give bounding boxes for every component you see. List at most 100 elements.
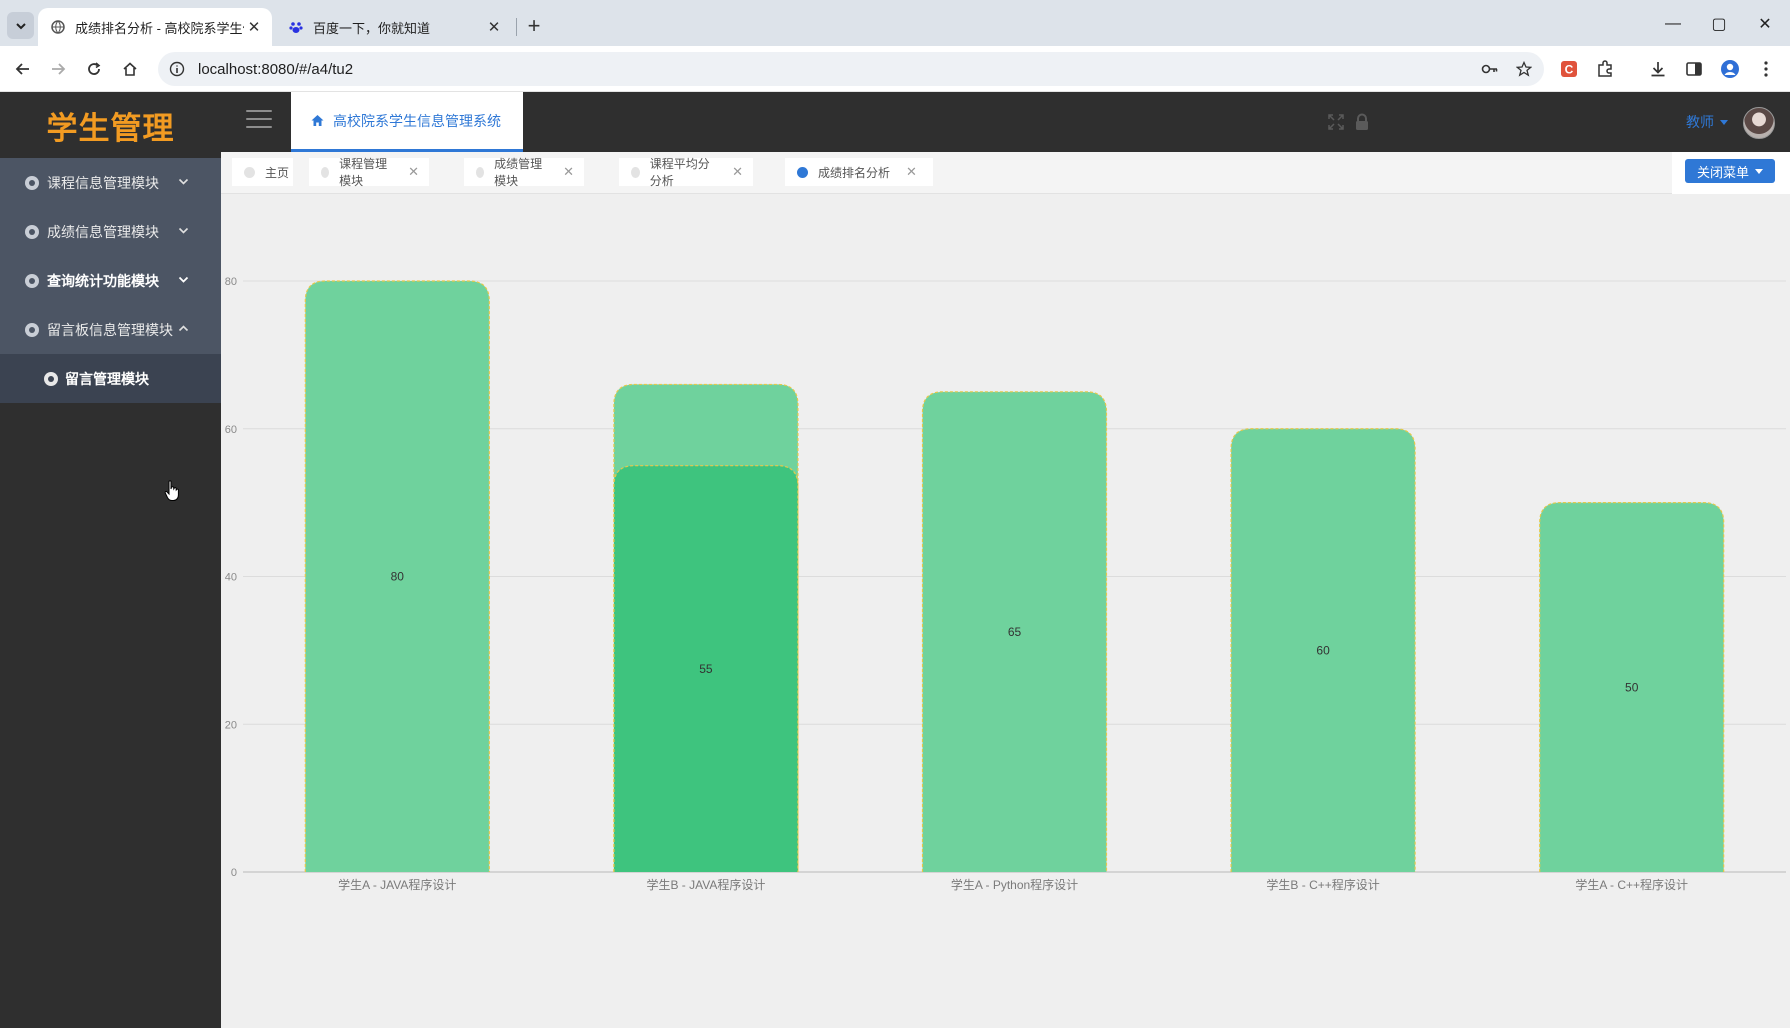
bar-value-label: 60 — [1316, 643, 1330, 657]
close-menu-wrapper: 关闭菜单 — [1672, 152, 1790, 194]
tab-search-button[interactable] — [7, 12, 34, 39]
brand-logo: 学生管理 — [46, 110, 175, 146]
back-icon[interactable] — [9, 55, 37, 83]
tag-home[interactable]: 主页 — [232, 158, 293, 186]
app-header: 高校院系学生信息管理系统 教师 — [221, 92, 1790, 152]
browser-tab[interactable]: 百度一下，你就知道 ✕ — [276, 8, 512, 46]
browser-toolbar: localhost:8080/#/a4/tu2 C — [0, 46, 1790, 92]
url-text: localhost:8080/#/a4/tu2 — [198, 60, 354, 78]
home-icon[interactable] — [116, 55, 144, 83]
tag-dot — [321, 166, 330, 178]
menu-item-message-board[interactable]: 留言板信息管理模块 — [0, 305, 221, 354]
menu-item-course[interactable]: 课程信息管理模块 — [0, 158, 221, 207]
minimize-icon[interactable]: — — [1650, 10, 1696, 38]
app-root: 学生管理 课程信息管理模块 成绩信息管理模块 查询统计功能模块 留言板信息管理模… — [0, 92, 1790, 1028]
close-tag-icon[interactable]: ✕ — [563, 164, 574, 180]
bar-value-label: 80 — [391, 570, 405, 584]
svg-text:C: C — [1565, 63, 1574, 77]
role-dropdown[interactable]: 教师 — [1686, 112, 1728, 132]
submenu-item-message-manage[interactable]: 留言管理模块 — [0, 354, 221, 403]
caret-down-icon — [1755, 168, 1763, 174]
lock-icon[interactable] — [1352, 112, 1372, 132]
y-tick-label: 20 — [225, 719, 237, 731]
tag-label: 成绩管理模块 — [494, 157, 543, 188]
extensions-puzzle-icon[interactable] — [1591, 55, 1619, 83]
close-tag-icon[interactable]: ✕ — [906, 164, 917, 180]
menu-item-label: 查询统计功能模块 — [47, 272, 159, 289]
x-tick-label: 学生A - Python程序设计 — [951, 877, 1078, 892]
fullscreen-icon[interactable] — [1326, 112, 1346, 132]
menu-item-label: 留言板信息管理模块 — [47, 321, 173, 338]
close-tab-icon[interactable]: ✕ — [244, 17, 264, 37]
tag-course-avg[interactable]: 课程平均分分析 ✕ — [619, 157, 753, 188]
baidu-paw-icon — [288, 19, 304, 35]
hamburger-menu-icon[interactable] — [246, 110, 272, 132]
close-menu-button[interactable]: 关闭菜单 — [1685, 159, 1775, 183]
new-tab-button[interactable]: + — [520, 12, 548, 40]
tag-dot — [797, 166, 808, 178]
submenu-item-label: 留言管理模块 — [65, 370, 149, 387]
menu-item-query-stats[interactable]: 查询统计功能模块 — [0, 256, 221, 305]
menu-bullet-icon — [25, 175, 39, 190]
tab-separator — [516, 18, 517, 36]
tag-dot — [631, 166, 640, 178]
globe-icon — [50, 19, 66, 35]
caret-down-icon — [1720, 119, 1728, 125]
forward-icon[interactable] — [44, 55, 72, 83]
role-label: 教师 — [1686, 114, 1714, 130]
close-tag-icon[interactable]: ✕ — [732, 164, 743, 180]
x-tick-label: 学生B - C++程序设计 — [1266, 877, 1379, 892]
tag-grade-manage[interactable]: 成绩管理模块 ✕ — [464, 157, 584, 188]
x-tick-label: 学生B - JAVA程序设计 — [646, 877, 765, 892]
tags-view-bar: 主页 课程管理模块 ✕ 成绩管理模块 ✕ 课程平均分分析 ✕ 成绩排名分析 ✕ … — [221, 152, 1790, 194]
tag-label: 课程管理模块 — [339, 157, 388, 188]
more-menu-icon[interactable] — [1752, 55, 1780, 83]
site-info-icon[interactable] — [168, 60, 186, 78]
bar-value-label: 65 — [1008, 625, 1022, 639]
address-bar[interactable]: localhost:8080/#/a4/tu2 — [158, 52, 1544, 86]
x-tick-label: 学生A - JAVA程序设计 — [338, 877, 456, 892]
browser-tab-strip: 成绩排名分析 - 高校院系学生信 ✕ 百度一下，你就知道 ✕ + — ▢ ✕ — [0, 0, 1790, 46]
tag-dot — [476, 166, 485, 178]
y-tick-label: 40 — [225, 572, 237, 584]
chevron-down-icon — [178, 276, 189, 283]
avatar[interactable] — [1743, 107, 1775, 139]
menu-bullet-icon — [44, 371, 58, 386]
key-icon[interactable] — [1476, 55, 1504, 83]
maximize-icon[interactable]: ▢ — [1696, 10, 1742, 38]
profile-icon[interactable] — [1716, 55, 1744, 83]
bookmark-star-icon[interactable] — [1510, 55, 1538, 83]
tag-course-manage[interactable]: 课程管理模块 ✕ — [309, 157, 429, 188]
hand-cursor-icon — [164, 480, 179, 501]
y-tick-label: 0 — [231, 867, 237, 879]
tag-dot — [244, 166, 255, 178]
browser-tab-active[interactable]: 成绩排名分析 - 高校院系学生信 ✕ — [38, 8, 272, 46]
bar-chart: 0 20 40 60 80 80 学生A - JAVA程序设计 55 学生B - JAVA程序设… — [225, 276, 1786, 892]
download-icon[interactable] — [1644, 55, 1672, 83]
menu-item-grades[interactable]: 成绩信息管理模块 — [0, 207, 221, 256]
bar-value-label: 50 — [1625, 680, 1639, 694]
tag-grade-ranking[interactable]: 成绩排名分析 ✕ — [785, 158, 933, 186]
menu-bullet-icon — [25, 322, 39, 337]
close-tag-icon[interactable]: ✕ — [408, 164, 419, 180]
menu-bullet-icon — [25, 273, 39, 288]
y-tick-label: 80 — [225, 276, 237, 288]
chevron-down-icon — [178, 227, 189, 234]
x-tick-label: 学生A - C++程序设计 — [1575, 877, 1688, 892]
close-tab-icon[interactable]: ✕ — [484, 17, 504, 37]
sidebar: 学生管理 课程信息管理模块 成绩信息管理模块 查询统计功能模块 留言板信息管理模… — [0, 92, 221, 1028]
browser-tab-title: 成绩排名分析 - 高校院系学生信 — [75, 20, 244, 36]
chevron-up-icon — [178, 325, 189, 332]
home-icon — [311, 115, 324, 126]
chevron-down-icon — [178, 178, 189, 185]
tag-label: 主页 — [265, 165, 290, 180]
side-panel-icon[interactable] — [1680, 55, 1708, 83]
system-title-tab[interactable]: 高校院系学生信息管理系统 — [291, 92, 523, 152]
close-window-icon[interactable]: ✕ — [1742, 10, 1788, 38]
chart-container: 0 20 40 60 80 80 学生A - JAVA程序设计 55 学生B - JAVA程序设… — [221, 195, 1790, 1028]
close-menu-label: 关闭菜单 — [1696, 164, 1749, 180]
menu-item-label: 课程信息管理模块 — [47, 174, 159, 191]
reload-icon[interactable] — [80, 55, 108, 83]
extension-c-icon[interactable]: C — [1555, 55, 1583, 83]
menu-bullet-icon — [25, 224, 39, 239]
